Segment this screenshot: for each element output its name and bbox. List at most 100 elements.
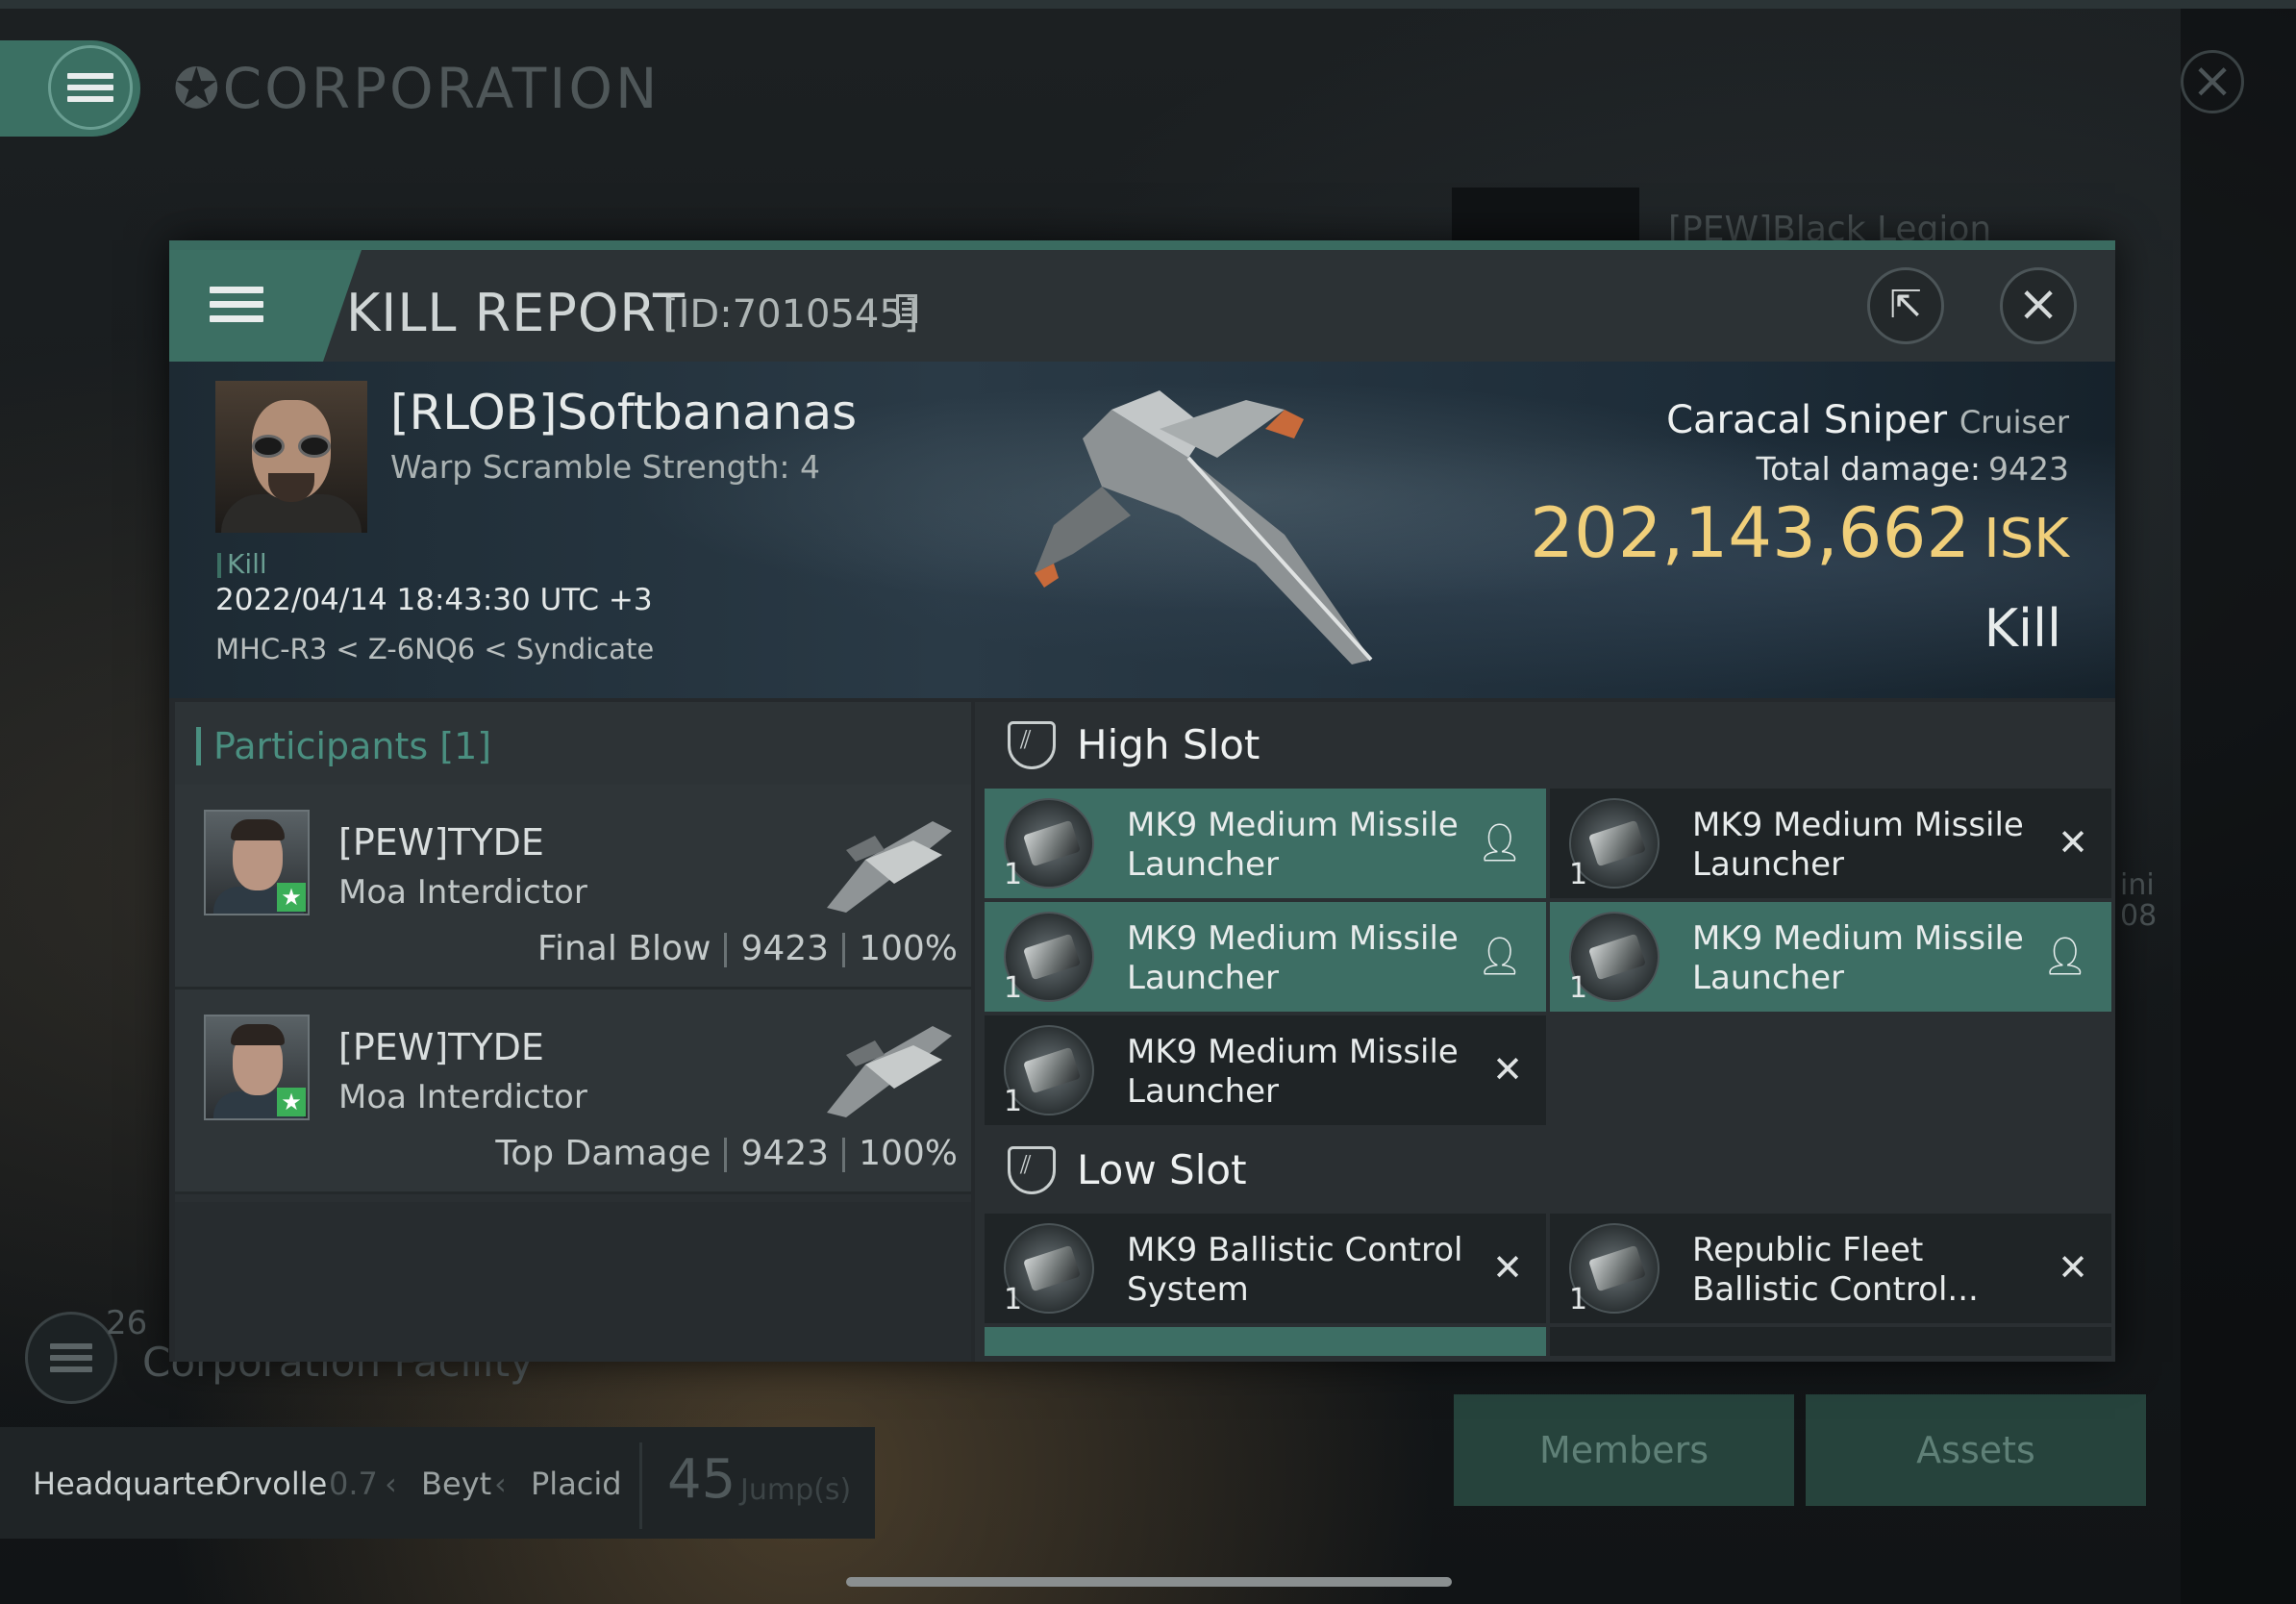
victim-ship[interactable]: Caracal Sniper Cruiser (1666, 398, 2069, 442)
participants-header[interactable]: Participants [1] (175, 702, 971, 785)
participant-percent: 100% (859, 929, 958, 968)
item-name: Republic Fleet Ballistic Control... (1692, 1231, 1979, 1309)
participant-stats: Final Blow 9423 100% (537, 929, 958, 968)
hq-divider (639, 1442, 642, 1529)
corp-page-title: ✪CORPORATION (173, 56, 660, 121)
fitting-item[interactable]: 1 MK9 Medium Missile Launcher 👤︎ (985, 789, 1546, 898)
item-name: MK9 Medium Missile Launcher (1127, 919, 1459, 997)
fitting-item[interactable]: 1 MK9 Medium Missile Launcher 👤︎ (1550, 902, 2111, 1012)
hq-jumps-unit: Jump(s) (740, 1473, 852, 1507)
pilot-icon: 👤︎ (1476, 821, 1523, 864)
chevron-left-icon: ‹ (385, 1466, 397, 1502)
isk-value: 202,143,662 ISK (1530, 492, 2069, 573)
item-quantity: 1 (1569, 971, 1588, 1005)
avatar-hair (231, 1024, 285, 1045)
hq-jumps: 45 (667, 1448, 736, 1511)
fitting-item[interactable]: 1 MK9 Medium Missile Launcher ✕ (985, 1015, 1546, 1125)
external-link-icon: ⇱ (1889, 283, 1922, 327)
fitting-item-partial[interactable] (985, 1327, 1546, 1356)
ship-name: Caracal Sniper (1666, 398, 1948, 442)
close-icon: × (2191, 52, 2234, 110)
shield-icon (1008, 721, 1056, 769)
participant-percent: 100% (859, 1134, 958, 1173)
victim-portrait[interactable] (215, 381, 367, 533)
low-slot-label: Low Slot (1077, 1146, 1247, 1193)
fitting-item[interactable]: 1 MK9 Medium Missile Launcher ✕ (1550, 789, 2111, 898)
copy-icon[interactable] (896, 294, 917, 323)
participant-ship: Moa Interdictor (338, 873, 587, 912)
assets-button[interactable]: Assets (1806, 1394, 2146, 1506)
fitting-item-partial[interactable] (1550, 1327, 2111, 1356)
hq-region: Placid (531, 1466, 622, 1502)
kill-report-modal: KILL REPORT [ID:7010545] ⇱ × [RLOB]Softb… (169, 240, 2115, 1362)
portrait-goggles (252, 435, 331, 458)
participants-empty-area (175, 1202, 971, 1362)
star-badge-icon: ★ (277, 883, 306, 912)
participant-ship-render (827, 1026, 952, 1117)
close-icon: × (2017, 275, 2059, 333)
stat-divider (842, 1138, 846, 1172)
kill-result: Kill (1984, 598, 2061, 659)
avatar-hair (231, 819, 285, 840)
pilot-icon: 👤︎ (2041, 935, 2088, 977)
item-name: MK9 Ballistic Control System (1127, 1231, 1463, 1309)
fitting-item[interactable]: 1 Republic Fleet Ballistic Control... ✕ (1550, 1214, 2111, 1323)
participants-title: Participants [1] (213, 725, 492, 767)
high-slot-label: High Slot (1077, 721, 1260, 768)
facility-menu-button[interactable] (25, 1312, 117, 1404)
participant-stats: Top Damage 9423 100% (495, 1134, 958, 1173)
stat-divider (724, 933, 728, 967)
stat-divider (724, 1138, 728, 1172)
ship-render (1035, 390, 1373, 664)
item-name: MK9 Medium Missile Launcher (1692, 919, 2024, 997)
chevron-left-icon: ‹ (494, 1466, 507, 1502)
corp-star-icon: ✪ (173, 56, 223, 121)
side-text-bg: ini 08 (2120, 870, 2157, 932)
report-id: [ID:7010545] (663, 292, 919, 337)
modal-title: KILL REPORT (346, 283, 686, 343)
participant-row[interactable]: ★ [PEW]TYDE Moa Interdictor Top Damage 94… (175, 990, 971, 1194)
participant-name: [PEW]TYDE (338, 821, 544, 864)
hq-system[interactable]: Orvolle (217, 1466, 327, 1502)
kill-date: 2022/04/14 18:43:30 UTC +3 (215, 583, 653, 617)
hq-label: Headquarter (33, 1466, 228, 1502)
star-badge-icon: ★ (277, 1088, 306, 1116)
participant-row[interactable]: ★ [PEW]TYDE Moa Interdictor Final Blow 94… (175, 785, 971, 990)
x-icon: ✕ (2058, 1246, 2088, 1289)
home-indicator[interactable] (846, 1577, 1452, 1587)
participant-ship: Moa Interdictor (338, 1078, 587, 1116)
total-damage: Total damage: 9423 (1757, 450, 2069, 488)
share-button[interactable]: ⇱ (1867, 267, 1944, 344)
fitting-item[interactable]: 1 MK9 Ballistic Control System ✕ (985, 1214, 1546, 1323)
pilot-icon: 👤︎ (1476, 935, 1523, 977)
isk-currency: ISK (1984, 508, 2069, 570)
warp-scramble-strength: Warp Scramble Strength: 4 (390, 448, 821, 486)
hamburger-icon (50, 1338, 92, 1378)
victim-banner: [RLOB]Softbananas Warp Scramble Strength… (169, 362, 2115, 698)
total-damage-label: Total damage: (1756, 450, 1982, 488)
participant-damage: 9423 (740, 1134, 830, 1173)
members-button[interactable]: Members (1454, 1394, 1794, 1506)
x-icon: ✕ (2058, 821, 2088, 864)
participant-role: Top Damage (495, 1134, 711, 1173)
item-quantity: 1 (1004, 858, 1023, 891)
close-button[interactable]: × (2000, 267, 2077, 344)
participant-damage: 9423 (740, 929, 830, 968)
item-quantity: 1 (1004, 1283, 1023, 1316)
kill-location[interactable]: MHC-R3 < Z-6NQ6 < Syndicate (215, 633, 654, 665)
high-slot-header: High Slot (975, 702, 2115, 785)
victim-name[interactable]: [RLOB]Softbananas (390, 385, 857, 440)
stat-divider (842, 933, 846, 967)
item-quantity: 1 (1569, 1283, 1588, 1316)
isk-amount: 202,143,662 (1530, 492, 1971, 573)
hq-constellation: Beyt (421, 1466, 492, 1502)
corp-title-text: CORPORATION (222, 56, 661, 121)
item-name: MK9 Medium Missile Launcher (1127, 1033, 1459, 1111)
side-text-line: ini (2120, 868, 2155, 902)
fitting-item[interactable]: 1 MK9 Medium Missile Launcher 👤︎ (985, 902, 1546, 1012)
participant-ship-render (827, 821, 952, 913)
item-name: MK9 Medium Missile Launcher (1127, 806, 1459, 884)
modal-menu-button[interactable] (169, 250, 323, 362)
corp-close-button[interactable]: × (2181, 50, 2244, 113)
corp-menu-button[interactable] (0, 40, 140, 137)
